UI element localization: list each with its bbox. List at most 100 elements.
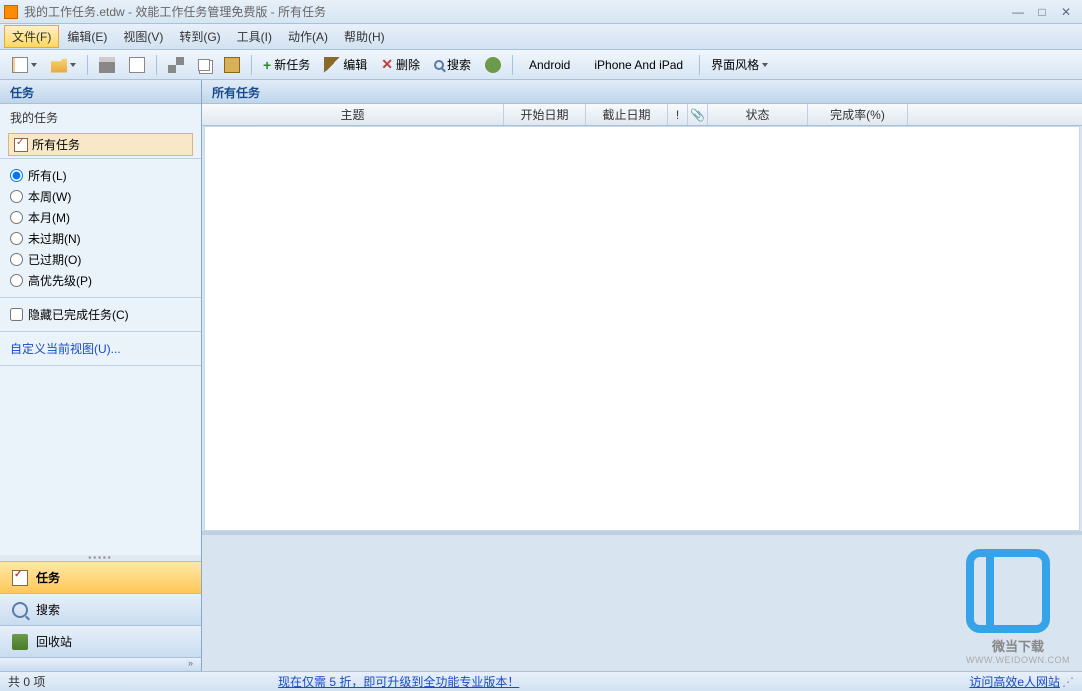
cut-button[interactable] (162, 53, 190, 77)
filter-section: 所有(L) 本周(W) 本月(M) 未过期(N) 已过期(O) 高优先级(P) (0, 159, 201, 298)
sidebar-my-tasks-section: 我的任务 所有任务 (0, 104, 201, 159)
filter-not-overdue-radio[interactable] (10, 232, 23, 245)
filter-all-radio[interactable] (10, 169, 23, 182)
filter-not-overdue[interactable]: 未过期(N) (10, 228, 191, 249)
copy-button[interactable] (192, 55, 216, 75)
filter-overdue-radio[interactable] (10, 253, 23, 266)
menu-goto[interactable]: 转到(G) (171, 25, 228, 48)
menu-action[interactable]: 动作(A) (280, 25, 336, 48)
new-task-label: 新任务 (274, 56, 310, 73)
filter-this-week[interactable]: 本周(W) (10, 186, 191, 207)
hide-completed-checkbox[interactable] (10, 308, 23, 321)
menu-view[interactable]: 视图(V) (115, 25, 171, 48)
separator (87, 55, 88, 75)
column-status[interactable]: 状态 (708, 104, 808, 125)
paste-button[interactable] (218, 53, 246, 77)
nav-toggle[interactable]: » (0, 657, 201, 671)
android-button[interactable]: Android (518, 54, 581, 76)
website-link[interactable]: 访问高效e人网站 (969, 675, 1060, 689)
chevron-down-icon (31, 63, 37, 67)
watermark: 微当下载 WWW.WEIDOWN.COM (966, 549, 1070, 665)
nav-search[interactable]: 搜索 (0, 593, 201, 625)
new-file-button[interactable] (6, 53, 43, 77)
open-button[interactable] (45, 53, 82, 77)
filter-all[interactable]: 所有(L) (10, 165, 191, 186)
filter-high-priority[interactable]: 高优先级(P) (10, 270, 191, 291)
iphone-button[interactable]: iPhone And iPad (583, 54, 694, 76)
main-area: 任务 我的任务 所有任务 所有(L) 本周(W) 本月(M) 未过期(N) 已过… (0, 80, 1082, 671)
table-body[interactable] (204, 126, 1080, 531)
content-area: 所有任务 主题 开始日期 截止日期 ! 📎 状态 完成率(%) 微当下载 WWW… (202, 80, 1082, 671)
watermark-text: 微当下载 (966, 636, 1070, 655)
print-preview-button[interactable] (123, 53, 151, 77)
minimize-button[interactable]: — (1006, 4, 1030, 20)
nav-tasks[interactable]: 任务 (0, 561, 201, 593)
separator (156, 55, 157, 75)
hide-completed[interactable]: 隐藏已完成任务(C) (10, 304, 191, 325)
statusbar: 共 0 项 现在仅需 5 折，即可升级到全功能专业版本！ 访问高效e人网站 ⋰ (0, 671, 1082, 691)
filter-priority-radio[interactable] (10, 274, 23, 287)
maximize-button[interactable]: □ (1030, 4, 1054, 20)
task-list-icon (14, 138, 28, 152)
task-tree: 所有任务 (0, 131, 201, 158)
watermark-url: WWW.WEIDOWN.COM (966, 655, 1070, 665)
edit-button[interactable]: 编辑 (318, 52, 373, 77)
print-button[interactable] (93, 53, 121, 77)
sidebar: 任务 我的任务 所有任务 所有(L) 本周(W) 本月(M) 未过期(N) 已过… (0, 80, 202, 671)
column-start-date[interactable]: 开始日期 (504, 104, 586, 125)
toolbar: +新任务 编辑 ✕删除 搜索 Android iPhone And iPad 界… (0, 50, 1082, 80)
menu-tools[interactable]: 工具(I) (229, 25, 280, 48)
hide-completed-section: 隐藏已完成任务(C) (0, 298, 201, 332)
chevron-down-icon (70, 63, 76, 67)
refresh-button[interactable] (479, 53, 507, 77)
attachment-icon: 📎 (690, 108, 705, 122)
my-tasks-label: 我的任务 (0, 104, 201, 131)
tree-item-all-tasks[interactable]: 所有任务 (8, 133, 193, 156)
column-priority[interactable]: ! (668, 104, 688, 125)
filter-this-month[interactable]: 本月(M) (10, 207, 191, 228)
sidebar-header: 任务 (0, 80, 201, 104)
status-promo: 现在仅需 5 折，即可升级到全功能专业版本！ (208, 673, 969, 690)
menu-edit[interactable]: 编辑(E) (59, 25, 115, 48)
search-button[interactable]: 搜索 (428, 52, 477, 77)
nav-recycle-label: 回收站 (36, 633, 72, 650)
ui-style-button[interactable]: 界面风格 (705, 52, 774, 77)
tree-item-label: 所有任务 (32, 136, 80, 153)
preview-icon (129, 57, 145, 73)
separator (251, 55, 252, 75)
promo-link[interactable]: 现在仅需 5 折，即可升级到全功能专业版本！ (278, 675, 519, 689)
edit-label: 编辑 (343, 56, 367, 73)
folder-open-icon (51, 57, 67, 73)
copy-icon (198, 59, 210, 71)
customize-view-link[interactable]: 自定义当前视图(U)... (10, 342, 121, 356)
new-task-button[interactable]: +新任务 (257, 52, 316, 77)
status-website: 访问高效e人网站 (969, 673, 1060, 690)
filter-overdue[interactable]: 已过期(O) (10, 249, 191, 270)
nav-recycle[interactable]: 回收站 (0, 625, 201, 657)
search-icon (434, 60, 444, 70)
resize-grip[interactable]: ⋰ (1060, 675, 1074, 689)
cut-icon (168, 57, 184, 73)
column-due-date[interactable]: 截止日期 (586, 104, 668, 125)
new-file-icon (12, 57, 28, 73)
menubar: 文件(F) 编辑(E) 视图(V) 转到(G) 工具(I) 动作(A) 帮助(H… (0, 24, 1082, 50)
column-completion[interactable]: 完成率(%) (808, 104, 908, 125)
nav-search-label: 搜索 (36, 601, 60, 618)
column-subject[interactable]: 主题 (202, 104, 504, 125)
delete-button[interactable]: ✕删除 (375, 52, 426, 77)
column-attachment[interactable]: 📎 (688, 104, 708, 125)
preview-pane: 微当下载 WWW.WEIDOWN.COM (202, 531, 1082, 671)
filter-week-radio[interactable] (10, 190, 23, 203)
close-button[interactable]: ✕ (1054, 4, 1078, 20)
sidebar-spacer (0, 366, 201, 555)
app-icon (4, 5, 18, 19)
filter-month-radio[interactable] (10, 211, 23, 224)
menu-file[interactable]: 文件(F) (4, 25, 59, 48)
separator (512, 55, 513, 75)
menu-help[interactable]: 帮助(H) (336, 25, 393, 48)
search-label: 搜索 (447, 56, 471, 73)
watermark-logo-icon (966, 549, 1050, 633)
nav-tasks-label: 任务 (36, 569, 60, 586)
plus-icon: + (263, 57, 271, 73)
titlebar: 我的工作任务.etdw - 效能工作任务管理免费版 - 所有任务 — □ ✕ (0, 0, 1082, 24)
